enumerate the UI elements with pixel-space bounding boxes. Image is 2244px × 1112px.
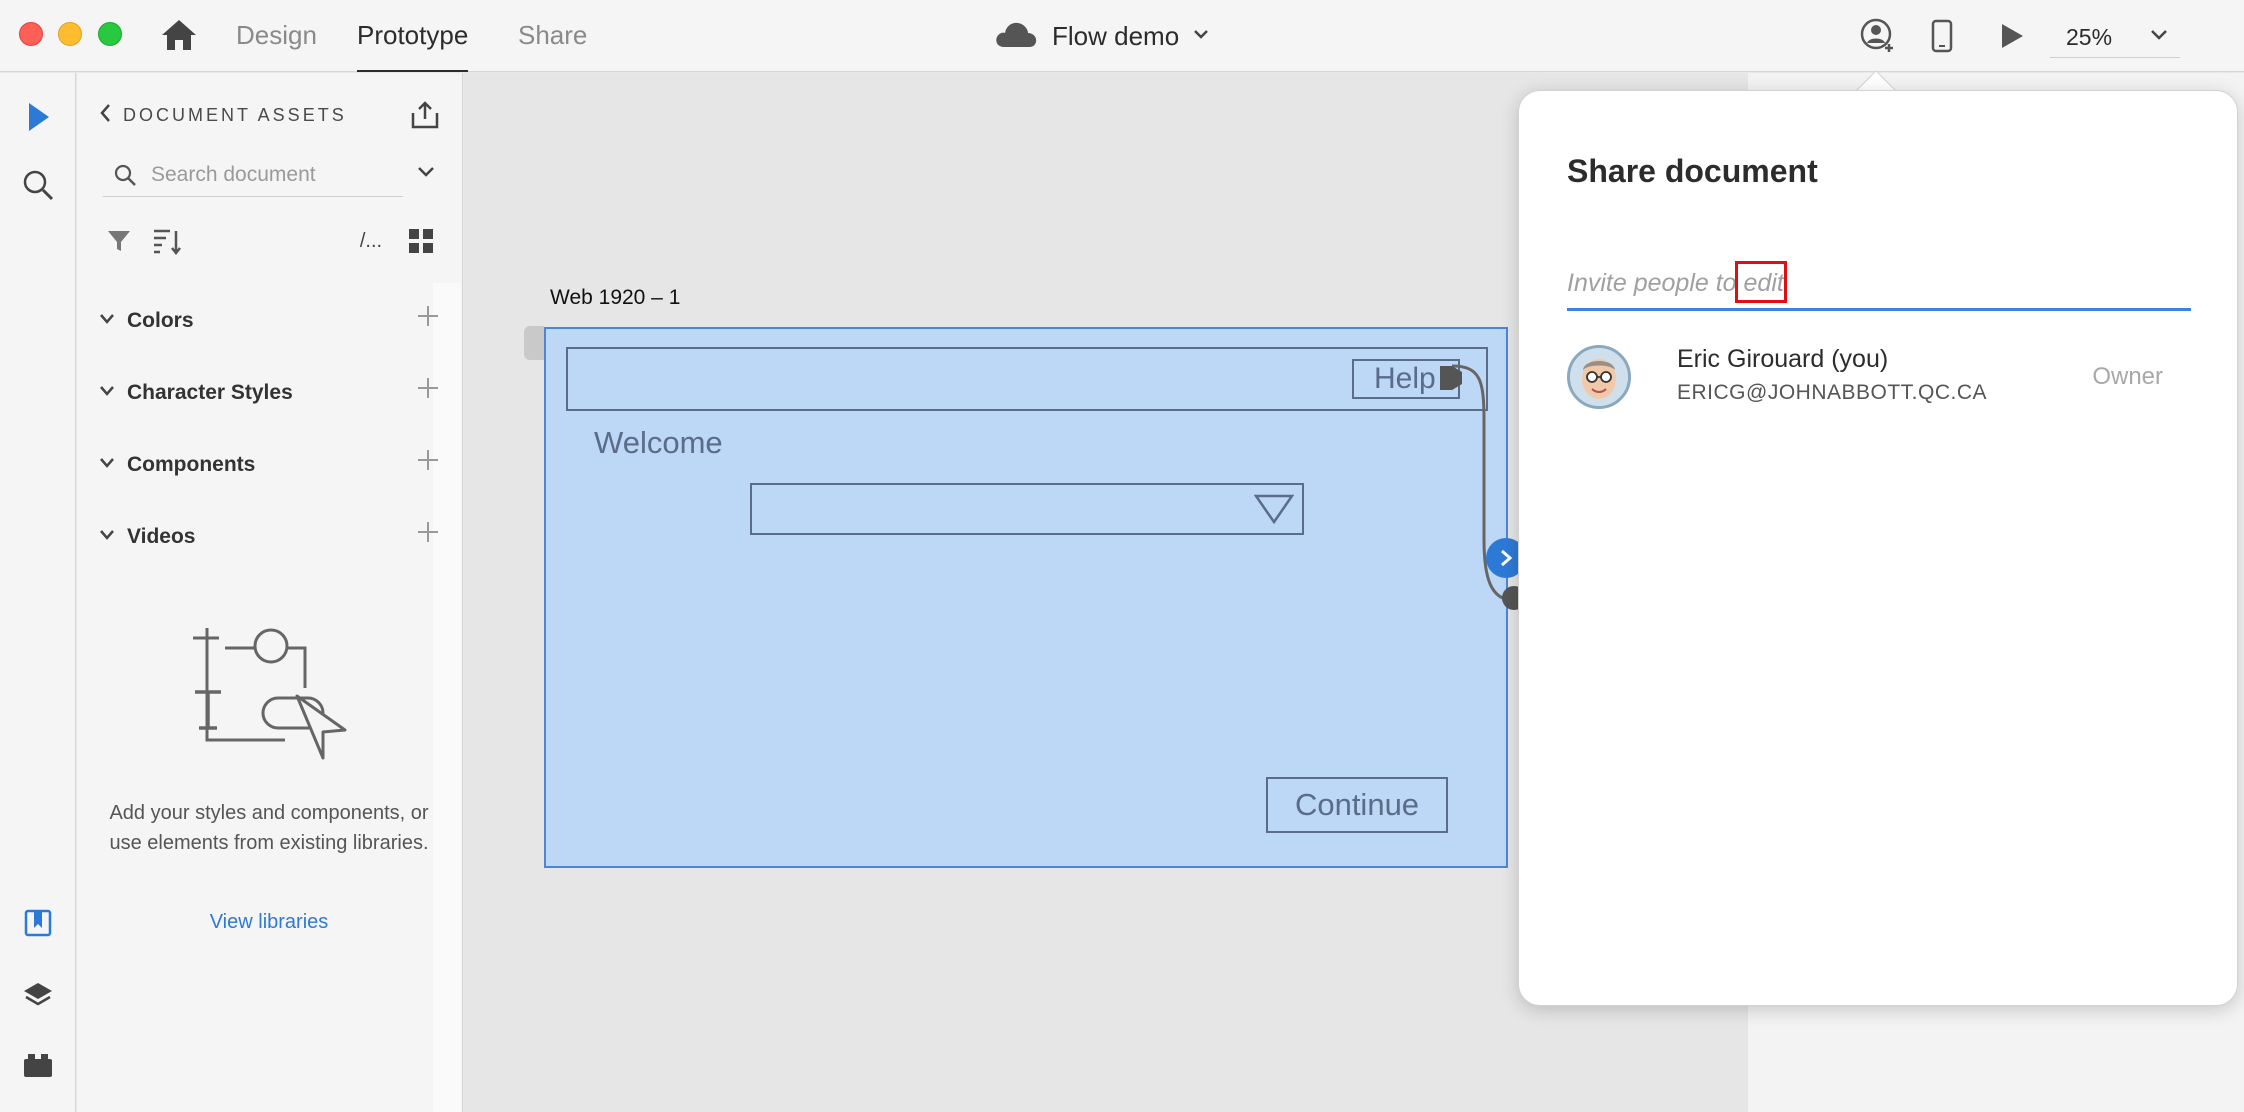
view-libraries-link[interactable]: View libraries [99,911,439,934]
plugins-icon[interactable] [18,1045,58,1085]
section-label: Colors [127,309,194,332]
chevron-down-icon [99,384,115,402]
view-path-label[interactable]: /... [353,223,389,259]
collaborator-email: ERICG@JOHNABBOTT.QC.CA [1677,381,1988,404]
tab-prototype[interactable]: Prototype [357,0,469,72]
cloud-icon [994,19,1038,54]
collaborator-row: Eric Girouard (you) ERICG@JOHNABBOTT.QC.… [1567,345,2191,421]
artboard-name[interactable]: Web 1920 – 1 [550,286,680,310]
wireframe-header-bar[interactable] [566,347,1488,411]
section-colors[interactable]: Colors [99,301,439,341]
collaborator-name: Eric Girouard (you) [1677,345,1889,373]
minimize-window-button[interactable] [58,22,82,46]
tool-rail [0,73,76,1112]
chevron-down-icon [99,312,115,330]
chevron-down-icon [99,456,115,474]
document-title-menu[interactable]: Flow demo [994,16,1209,56]
add-icon[interactable] [417,521,439,548]
avatar [1567,345,1631,409]
invite-user-icon[interactable] [1858,16,1898,56]
chevron-down-icon [99,528,115,546]
wireframe-help-button[interactable]: Help [1352,359,1460,399]
zoom-search-icon[interactable] [18,165,58,205]
chevron-down-icon [1193,27,1209,45]
sort-icon[interactable] [149,223,185,259]
document-assets-panel: DOCUMENT ASSETS /... Colors Character St… [77,73,463,1112]
add-icon[interactable] [417,449,439,476]
layers-icon[interactable] [18,975,58,1015]
zoom-level: 25% [2066,24,2113,50]
select-tool-icon[interactable] [18,97,58,137]
tab-share[interactable]: Share [518,0,587,72]
asset-search [103,153,403,197]
section-label: Components [127,453,256,476]
section-label: Character Styles [127,381,293,404]
empty-assets-illustration-icon [185,628,365,773]
chevron-left-icon[interactable] [99,103,111,128]
add-icon[interactable] [417,305,439,332]
triangle-down-icon [1253,493,1295,530]
section-components[interactable]: Components [99,445,439,485]
invite-field [1567,259,2191,311]
search-input[interactable] [151,161,381,189]
section-character-styles[interactable]: Character Styles [99,373,439,413]
fullscreen-window-button[interactable] [98,22,122,46]
add-icon[interactable] [417,377,439,404]
document-name: Flow demo [1052,20,1180,51]
play-icon[interactable] [1992,16,2032,56]
invite-people-input[interactable] [1567,265,2187,301]
chevron-down-icon [2150,28,2168,46]
assets-icon[interactable] [18,903,58,943]
wireframe-continue-button[interactable]: Continue [1266,777,1448,833]
assets-title: DOCUMENT ASSETS [123,105,347,125]
assets-header[interactable]: DOCUMENT ASSETS [99,103,347,128]
home-icon[interactable] [160,18,198,52]
section-label: Videos [127,525,196,548]
collaborator-role: Owner [2092,363,2163,390]
chevron-down-icon[interactable] [417,165,435,183]
empty-assets-message: Add your styles and components, or use e… [109,802,429,854]
close-window-button[interactable] [19,22,43,46]
mobile-preview-icon[interactable] [1922,16,1962,56]
export-share-icon[interactable] [409,99,441,136]
artboard-home-tab[interactable] [524,326,544,360]
tab-design[interactable]: Design [236,0,317,72]
grid-view-icon[interactable] [403,223,439,259]
wireframe-welcome-text[interactable]: Welcome [594,425,723,461]
section-videos[interactable]: Videos [99,517,439,557]
share-document-popover: Share document Eric Girouard (you) ERICG… [1518,90,2238,1006]
filter-icon[interactable] [101,223,137,259]
popover-title: Share document [1567,153,1818,189]
wireframe-dropdown[interactable] [750,483,1304,535]
search-icon [113,163,137,192]
title-bar: Design Prototype Share Flow demo 25% [0,0,2244,72]
zoom-dropdown[interactable]: 25% [2050,14,2180,58]
artboard[interactable]: Help Welcome Continue [544,327,1508,868]
